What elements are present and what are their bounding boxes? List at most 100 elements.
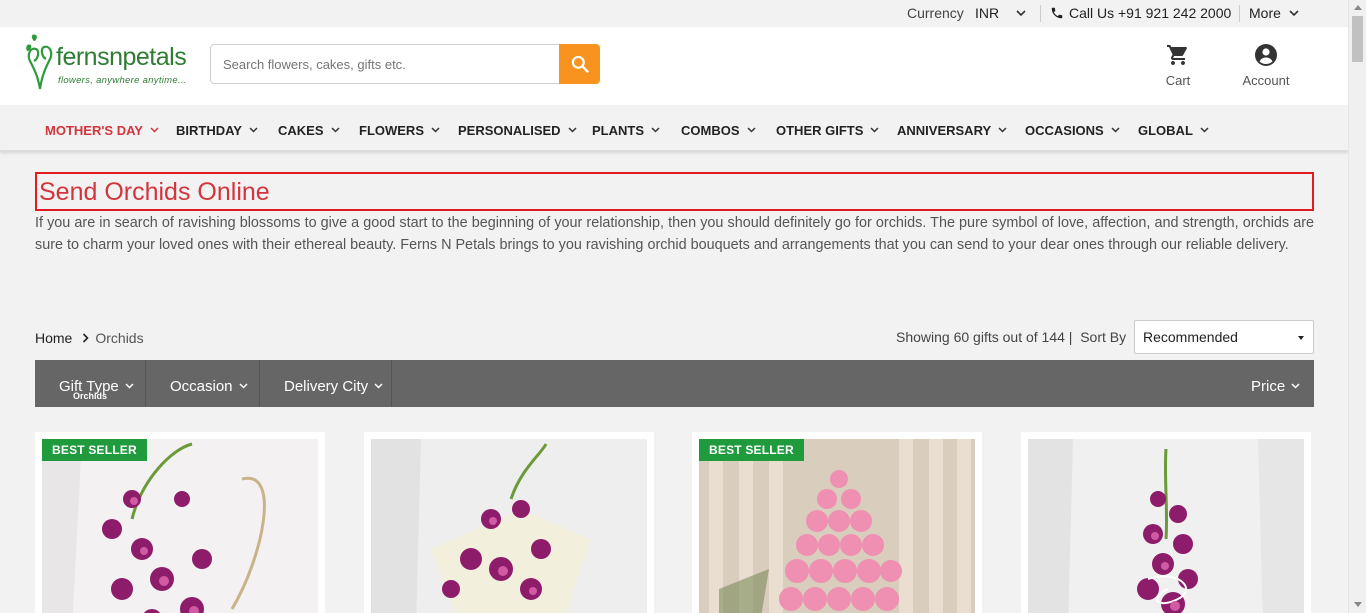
- results-count: Showing 60 gifts out of 144 | Sort By: [896, 329, 1126, 345]
- filter-label-text: Delivery City: [284, 378, 369, 395]
- results-count-text: Showing 60 gifts out of 144 |: [896, 329, 1073, 345]
- product-card[interactable]: BEST SELLER: [35, 432, 325, 613]
- search-icon: [571, 55, 589, 73]
- nav-item-label: FLOWERS: [359, 123, 424, 138]
- chevron-down-icon: [998, 121, 1007, 136]
- chevron-down-icon: [746, 121, 756, 136]
- nav-item-cakes[interactable]: CAKES: [278, 121, 340, 138]
- nav-item-label: COMBOS: [681, 123, 740, 138]
- page-title: Send Orchids Online: [39, 178, 270, 206]
- nav-item-label: GLOBAL: [1138, 123, 1193, 138]
- scroll-down-icon[interactable]: [1354, 602, 1362, 607]
- sort-value: Recommended: [1143, 329, 1238, 345]
- nav-item-label: BIRTHDAY: [176, 123, 242, 138]
- call-us-link[interactable]: Call Us +91 921 242 2000: [1069, 5, 1231, 21]
- chevron-down-icon[interactable]: [1288, 6, 1300, 22]
- category-nav: MOTHER'S DAY BIRTHDAY CAKES FLOWERS PERS…: [0, 105, 1348, 151]
- currency-label: Currency: [907, 5, 964, 21]
- nav-item-other-gifts[interactable]: OTHER GIFTS: [776, 121, 879, 138]
- divider: [1239, 5, 1240, 22]
- breadcrumb: Home Orchids: [35, 330, 144, 346]
- filter-gift-type[interactable]: Gift Type Orchids: [35, 360, 146, 407]
- nav-item-global[interactable]: GLOBAL: [1138, 121, 1209, 138]
- chevron-down-icon: [330, 121, 340, 136]
- nav-item-label: OTHER GIFTS: [776, 123, 864, 138]
- breadcrumb-current: Orchids: [95, 330, 144, 346]
- product-image[interactable]: [371, 439, 647, 613]
- chevron-down-icon: [249, 121, 258, 136]
- product-card[interactable]: [364, 432, 654, 613]
- nav-item-anniversary[interactable]: ANNIVERSARY: [897, 121, 1007, 138]
- filter-occasion-label: Occasion: [170, 376, 248, 395]
- product-image[interactable]: [699, 439, 975, 613]
- chevron-down-icon: [1200, 121, 1209, 136]
- scroll-up-icon[interactable]: [1354, 5, 1362, 10]
- chevron-down-icon[interactable]: [1015, 6, 1027, 22]
- account-button[interactable]: Account: [1231, 43, 1301, 88]
- nav-item-label: OCCASIONS: [1025, 123, 1104, 138]
- nav-item-occasions[interactable]: OCCASIONS: [1025, 121, 1120, 138]
- chevron-down-icon: [651, 121, 660, 136]
- cart-label: Cart: [1165, 73, 1191, 88]
- product-card[interactable]: BEST SELLER: [692, 432, 982, 613]
- best-seller-badge: BEST SELLER: [699, 439, 804, 461]
- best-seller-badge: BEST SELLER: [42, 439, 147, 461]
- chevron-down-icon: [568, 121, 577, 136]
- nav-item-label: PLANTS: [592, 123, 644, 138]
- account-icon: [1255, 44, 1277, 66]
- nav-item-label: MOTHER'S DAY: [45, 123, 143, 138]
- more-menu[interactable]: More: [1249, 5, 1281, 21]
- filter-price[interactable]: Price: [1251, 376, 1300, 395]
- search-button[interactable]: [559, 44, 600, 84]
- nav-item-plants[interactable]: PLANTS: [592, 121, 660, 138]
- chevron-down-icon: [125, 376, 134, 393]
- site-header: fernsnpetals flowers, anywhere anytime..…: [0, 27, 1348, 105]
- flower-logo-icon: [26, 34, 53, 90]
- chevron-down-icon: [431, 121, 440, 136]
- scrollbar-thumb[interactable]: [1352, 16, 1363, 62]
- page-description: If you are in search of ravishing blosso…: [35, 215, 1314, 253]
- nav-item-label: CAKES: [278, 123, 324, 138]
- account-label: Account: [1242, 73, 1290, 88]
- logo-wordmark: fernsnpetals: [56, 43, 187, 71]
- filter-delivery-city[interactable]: Delivery City: [260, 360, 392, 407]
- nav-item-personalised[interactable]: PERSONALISED: [458, 121, 577, 138]
- chevron-down-icon: [374, 376, 383, 393]
- page-title-box: Send Orchids Online: [35, 172, 1314, 211]
- chevron-down-icon: [150, 121, 159, 136]
- nav-item-label: PERSONALISED: [458, 123, 561, 138]
- cart-icon: [1167, 45, 1187, 65]
- breadcrumb-home[interactable]: Home: [35, 330, 72, 346]
- filter-gift-type-value: Orchids: [73, 391, 108, 401]
- filter-label-text: Price: [1251, 378, 1286, 395]
- cart-button[interactable]: Cart: [1143, 43, 1213, 88]
- filter-bar: Gift Type Orchids Occasion Delivery City…: [35, 360, 1314, 407]
- site-logo[interactable]: fernsnpetals flowers, anywhere anytime..…: [24, 31, 194, 91]
- logo-tagline: flowers, anywhere anytime...: [58, 75, 187, 86]
- sort-dropdown[interactable]: Recommended: [1134, 320, 1314, 354]
- chevron-down-icon: [870, 121, 879, 136]
- chevron-down-icon: [1111, 121, 1120, 136]
- phone-icon: [1050, 6, 1064, 23]
- product-card[interactable]: [1021, 432, 1311, 613]
- product-image[interactable]: [42, 439, 318, 613]
- nav-item-combos[interactable]: COMBOS: [681, 121, 756, 138]
- filter-delivery-city-label: Delivery City: [284, 376, 383, 395]
- nav-item-birthday[interactable]: BIRTHDAY: [176, 121, 258, 138]
- filter-label-text: Occasion: [170, 378, 233, 395]
- nav-item-mothers-day[interactable]: MOTHER'S DAY: [45, 121, 159, 138]
- divider: [1040, 5, 1041, 22]
- chevron-right-icon: [82, 330, 89, 346]
- currency-selector[interactable]: INR: [975, 5, 999, 21]
- dropdown-arrow-icon: [1298, 336, 1304, 340]
- filter-occasion[interactable]: Occasion: [146, 360, 260, 407]
- chevron-down-icon: [239, 376, 248, 393]
- chevron-down-icon: [1291, 376, 1300, 393]
- nav-item-flowers[interactable]: FLOWERS: [359, 121, 440, 138]
- page-scrollbar[interactable]: [1348, 0, 1366, 613]
- top-utility-bar: Currency INR Call Us +91 921 242 2000 Mo…: [0, 0, 1348, 27]
- product-image[interactable]: [1028, 439, 1304, 613]
- nav-item-label: ANNIVERSARY: [897, 123, 992, 138]
- search-input[interactable]: [210, 44, 560, 84]
- sort-label: Sort By: [1080, 329, 1127, 345]
